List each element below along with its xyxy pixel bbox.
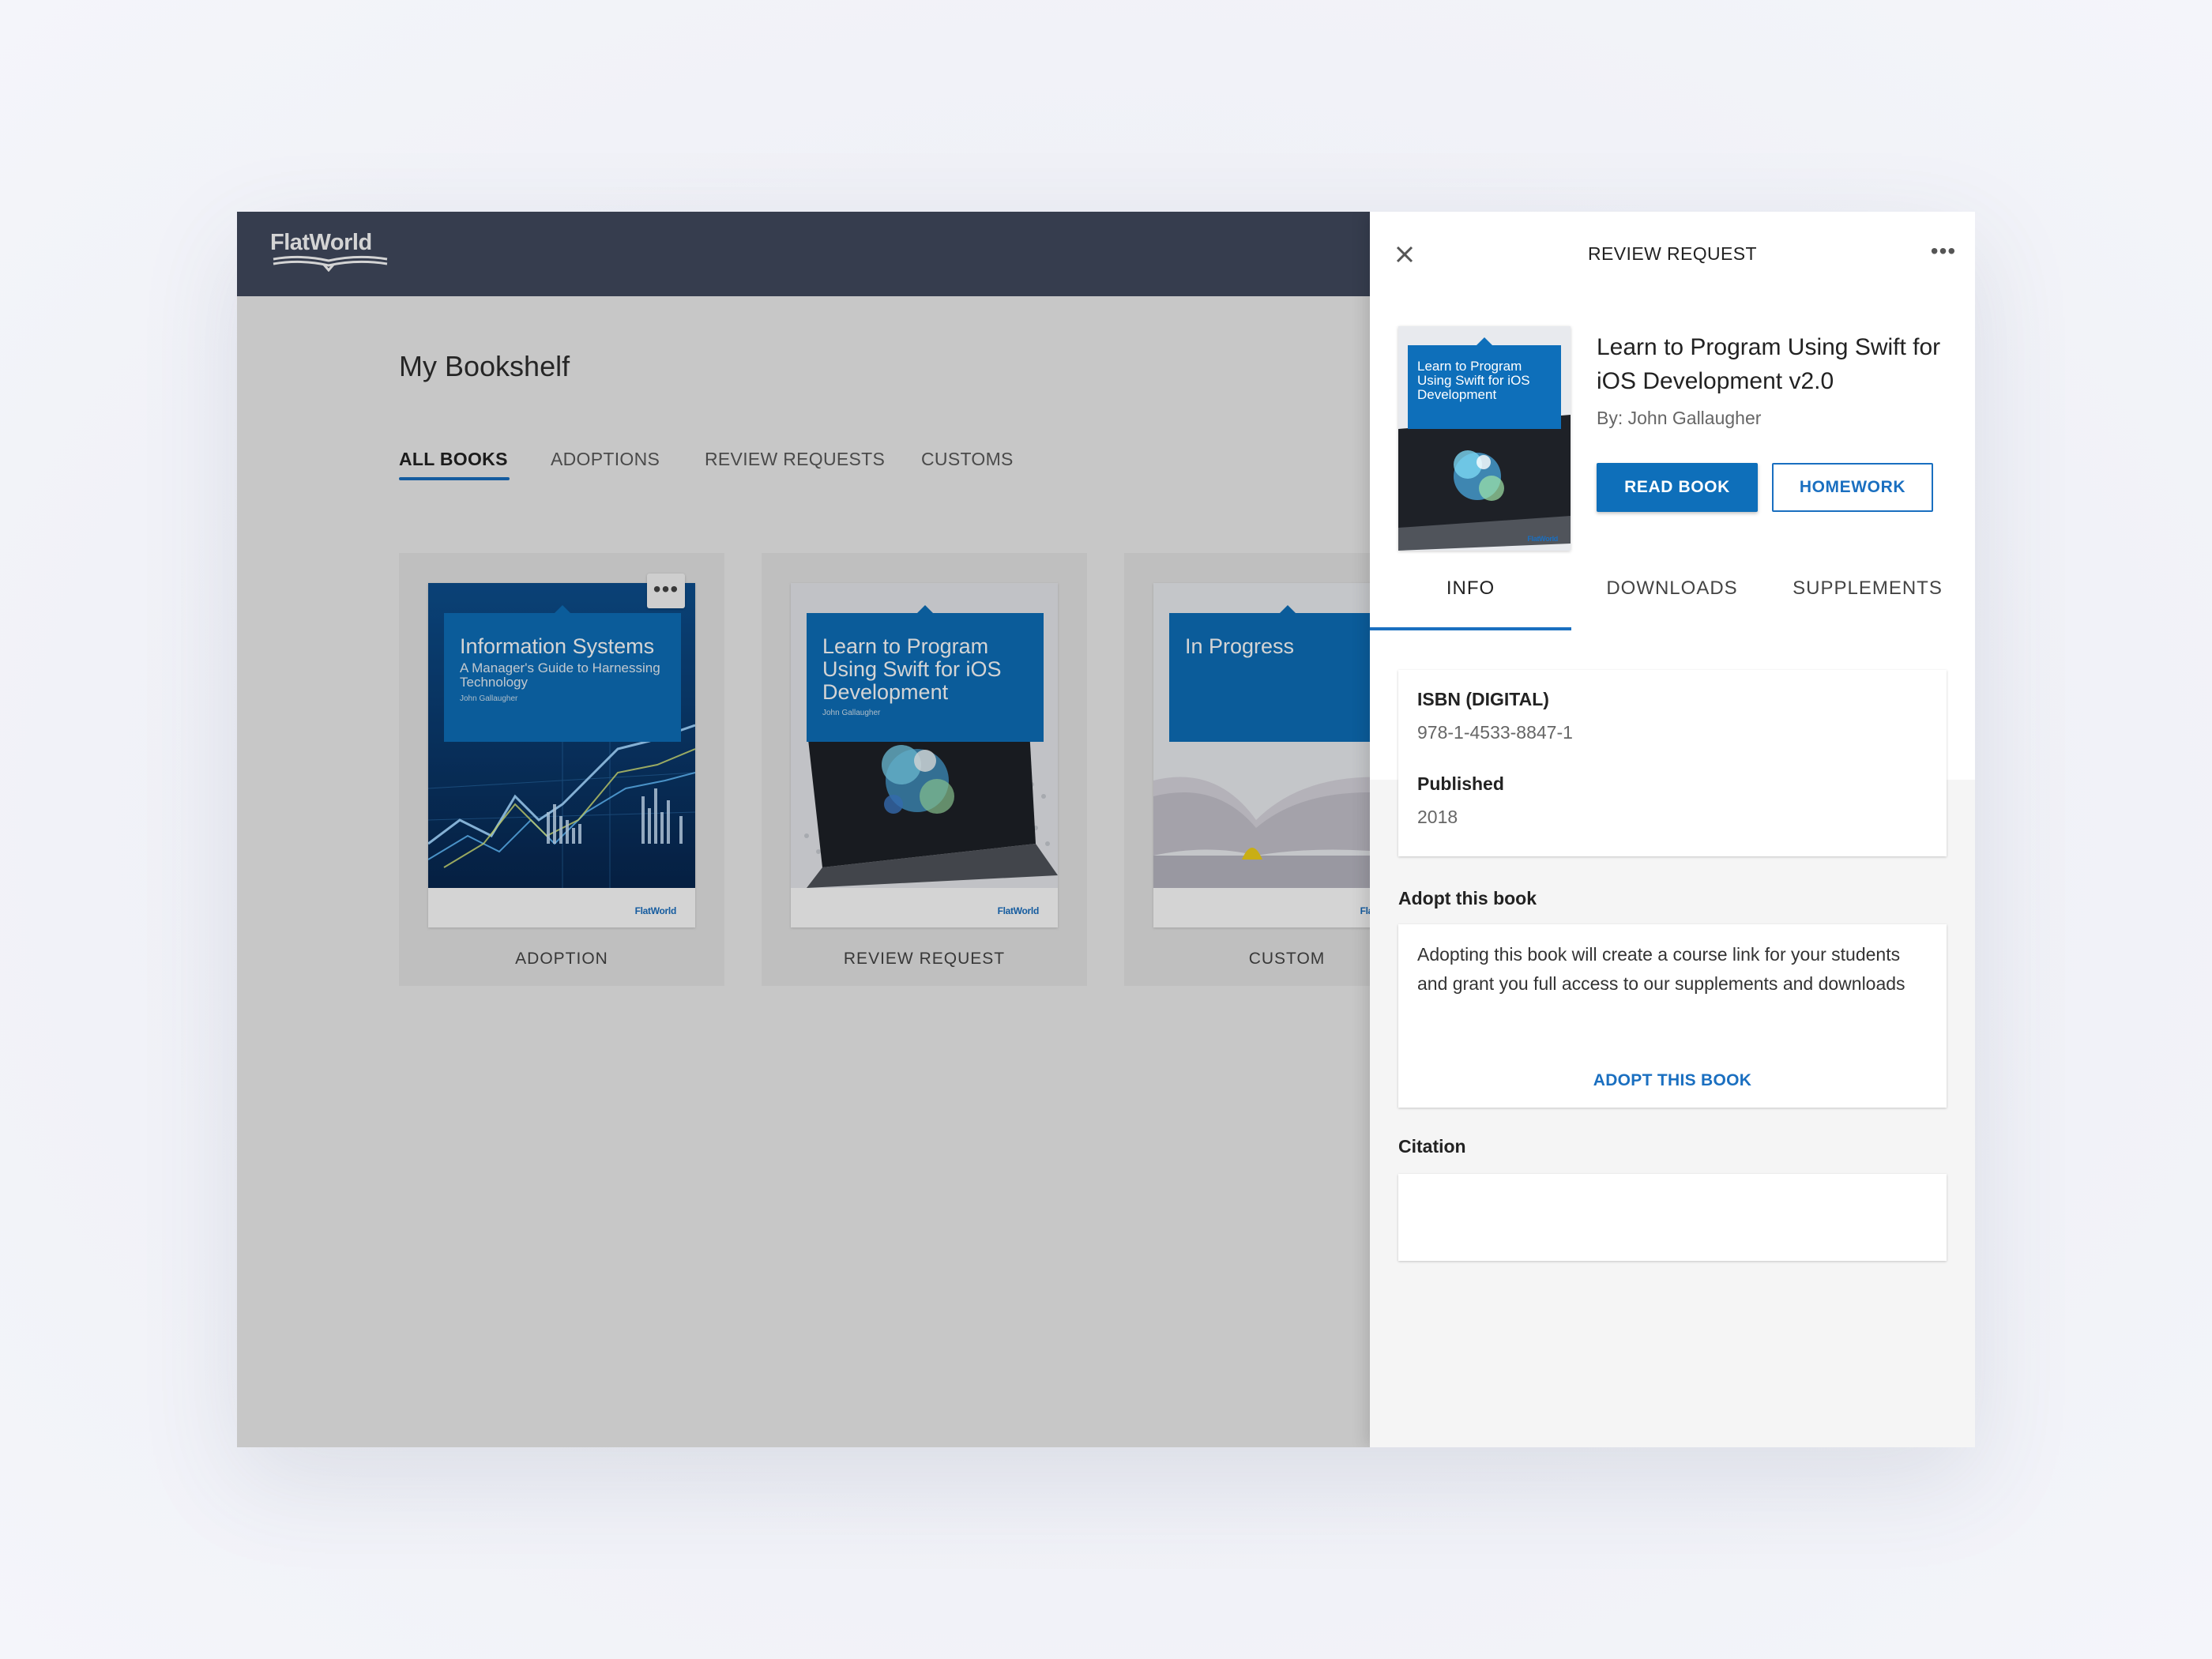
tab-supplements[interactable]: SUPPLEMENTS: [1773, 557, 1962, 630]
panel-tabs: INFO DOWNLOADS SUPPLEMENTS: [1370, 557, 1975, 630]
bookshelf-area: FlatWorld My Bookshelf ALL BOOKS ADOPTIO…: [237, 212, 1450, 1447]
ellipsis-icon: •••: [1930, 239, 1957, 263]
adopt-description: Adopting this book will create a course …: [1417, 944, 1905, 994]
book-thumbnail: Learn to Program Using Swift for iOS Dev…: [1398, 326, 1571, 551]
tab-downloads[interactable]: DOWNLOADS: [1571, 557, 1773, 630]
adopt-this-book-link[interactable]: ADOPT THIS BOOK: [1398, 1071, 1947, 1090]
book-author: By: John Gallaugher: [1597, 408, 1762, 428]
citation-box: [1398, 1174, 1947, 1261]
dim-overlay[interactable]: [237, 212, 1370, 1447]
published-label: Published: [1417, 773, 1504, 794]
published-value: 2018: [1417, 807, 1458, 827]
panel-title: REVIEW REQUEST: [1588, 243, 1757, 264]
panel-header: REVIEW REQUEST •••: [1370, 212, 1975, 296]
homework-button[interactable]: HOMEWORK: [1772, 463, 1933, 512]
background: FlatWorld My Bookshelf ALL BOOKS ADOPTIO…: [0, 0, 2212, 1659]
thumbnail-brand: FlatWorld: [1527, 535, 1558, 543]
read-book-button[interactable]: READ BOOK: [1597, 463, 1758, 512]
adopt-heading: Adopt this book: [1398, 888, 1537, 908]
tab-info[interactable]: INFO: [1370, 557, 1571, 630]
isbn-label: ISBN (DIGITAL): [1417, 689, 1549, 709]
book-title: Learn to Program Using Swift for iOS Dev…: [1597, 334, 1941, 394]
panel-more-button[interactable]: •••: [1924, 235, 1962, 270]
thumbnail-title: Learn to Program Using Swift for iOS Dev…: [1417, 359, 1530, 402]
citation-heading: Citation: [1398, 1136, 1466, 1157]
thumbnail-title-band: Learn to Program Using Swift for iOS Dev…: [1408, 337, 1561, 429]
app-window: FlatWorld My Bookshelf ALL BOOKS ADOPTIO…: [237, 212, 1975, 1447]
isbn-value: 978-1-4533-8847-1: [1417, 722, 1573, 743]
info-card: ISBN (DIGITAL) 978-1-4533-8847-1 Publish…: [1398, 670, 1947, 856]
adopt-card: Adopting this book will create a course …: [1398, 924, 1947, 1108]
